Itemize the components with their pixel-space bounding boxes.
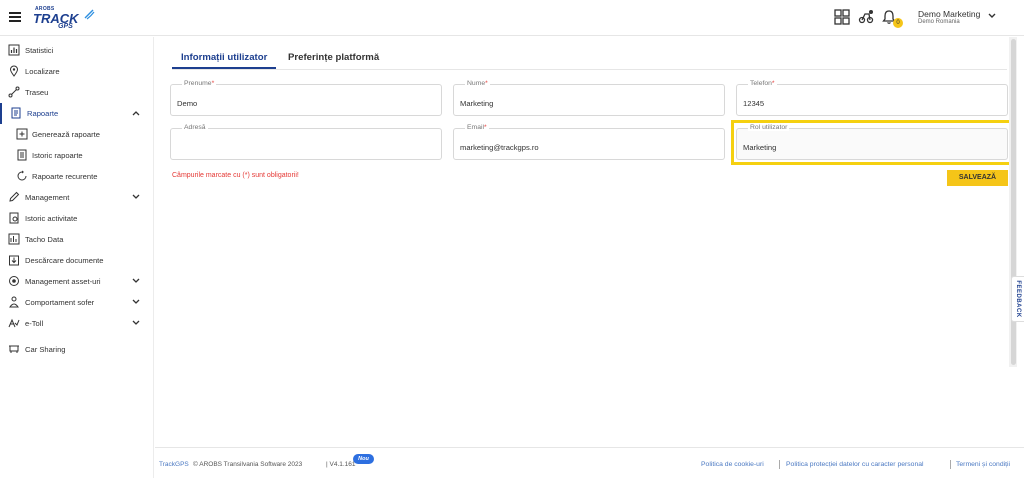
sidebar-item-genereaza-rapoarte[interactable]: Generează rapoarte — [0, 124, 154, 145]
tacho-icon — [8, 233, 20, 245]
main-content: Informații utilizator Preferințe platfor… — [155, 37, 1024, 478]
footer-separator — [950, 460, 951, 469]
chevron-down-icon[interactable] — [132, 278, 140, 284]
user-name[interactable]: Demo Marketing — [918, 9, 980, 19]
sidebar-item-label: Traseu — [25, 88, 49, 97]
rol-utilizator-highlight — [731, 120, 1014, 165]
chevron-down-icon[interactable] — [132, 320, 140, 326]
apps-grid-icon[interactable] — [834, 9, 850, 25]
hamburger-menu-icon[interactable] — [9, 12, 21, 22]
tab-informatii-utilizator[interactable]: Informații utilizator — [181, 52, 267, 63]
required-fields-note: Câmpurile marcate cu (*) sunt obligatori… — [172, 172, 299, 179]
nume-input[interactable] — [460, 99, 720, 108]
sidebar-item-label: Generează rapoarte — [32, 130, 100, 139]
car-sharing-icon — [9, 345, 19, 353]
chevron-down-icon[interactable] — [132, 194, 140, 200]
nume-field[interactable]: Nume* — [453, 80, 725, 116]
telefon-input[interactable] — [743, 99, 1003, 108]
sidebar: Statistici Localizare Traseu Rapoarte Ge… — [0, 37, 154, 478]
signal-icon — [84, 9, 95, 20]
email-label: Email* — [465, 124, 489, 131]
prenume-field[interactable]: Prenume* — [170, 80, 442, 116]
notification-badge: 0 — [893, 18, 903, 28]
sidebar-item-label: Statistici — [25, 46, 54, 55]
footer-version: | V4.1.161 — [326, 461, 356, 468]
new-badge[interactable]: Nou — [353, 454, 374, 464]
sidebar-item-label: Istoric rapoarte — [32, 151, 83, 160]
save-button[interactable]: SALVEAZĂ — [947, 170, 1008, 186]
sidebar-item-statistici[interactable]: Statistici — [0, 40, 154, 61]
vehicle-settings-icon[interactable] — [858, 9, 874, 25]
sidebar-item-label: e-Toll — [25, 319, 44, 328]
sidebar-item-comportament-sofer[interactable]: Comportament sofer — [0, 292, 154, 313]
sidebar-item-management[interactable]: Management — [0, 187, 154, 208]
tab-preferinte-platforma[interactable]: Preferințe platformă — [288, 52, 379, 63]
telefon-label: Telefon* — [748, 80, 777, 87]
sidebar-item-rapoarte-recurente[interactable]: Rapoarte recurente — [0, 166, 154, 187]
sidebar-item-traseu[interactable]: Traseu — [0, 82, 154, 103]
user-company: Demo Romania — [918, 19, 960, 25]
toll-icon — [8, 318, 20, 328]
sidebar-item-istoric-activitate[interactable]: Istoric activitate — [0, 208, 154, 229]
sidebar-item-label: Rapoarte recurente — [32, 172, 98, 181]
sidebar-item-descarcare-documente[interactable]: Descărcare documente — [0, 250, 154, 271]
top-bar: AROBS TRACK GPS 0 Demo Marketing Demo Ro… — [0, 0, 1024, 36]
download-icon — [9, 255, 19, 266]
location-pin-icon — [9, 65, 19, 77]
pencil-icon — [9, 191, 20, 202]
adresa-input[interactable] — [177, 143, 437, 152]
footer: TrackGPS © AROBS Transilvania Software 2… — [155, 447, 1024, 478]
nume-label: Nume* — [465, 80, 490, 87]
sidebar-item-label: Rapoarte — [27, 109, 59, 118]
footer-copyright: © AROBS Transilvania Software 2023 — [193, 461, 303, 468]
route-icon — [8, 86, 20, 98]
adresa-label: Adresă — [182, 124, 208, 131]
sidebar-item-label: Management — [25, 193, 70, 202]
report-icon — [11, 107, 21, 119]
feedback-tab[interactable]: FEEDBACK — [1011, 276, 1024, 322]
sidebar-item-label: Management asset-uri — [25, 277, 101, 286]
sidebar-item-label: Car Sharing — [25, 345, 66, 354]
report-history-icon — [17, 149, 27, 161]
sidebar-item-car-sharing[interactable]: Car Sharing — [0, 339, 154, 360]
driver-icon — [9, 296, 19, 308]
recurring-report-icon — [17, 170, 27, 181]
sidebar-item-tacho-data[interactable]: Tacho Data — [0, 229, 154, 250]
footer-link-terms[interactable]: Termeni și condiții — [956, 461, 1010, 468]
chevron-down-icon[interactable] — [987, 12, 997, 20]
trackgps-logo[interactable]: AROBS TRACK GPS — [33, 6, 97, 32]
email-field[interactable]: Email* — [453, 124, 725, 160]
telefon-field[interactable]: Telefon* — [736, 80, 1008, 116]
feedback-label: FEEDBACK — [1015, 280, 1021, 318]
logo-brand-sub: GPS — [58, 23, 73, 30]
add-report-icon — [16, 128, 28, 140]
adresa-field[interactable]: Adresă — [170, 124, 442, 160]
sidebar-item-localizare[interactable]: Localizare — [0, 61, 154, 82]
sidebar-item-management-asset-uri[interactable]: Management asset-uri — [0, 271, 154, 292]
prenume-input[interactable] — [177, 99, 437, 108]
bar-chart-icon — [8, 44, 20, 56]
sidebar-item-e-toll[interactable]: e-Toll — [0, 313, 154, 334]
prenume-label: Prenume* — [182, 80, 217, 87]
chevron-down-icon[interactable] — [132, 299, 140, 305]
footer-separator — [779, 460, 780, 469]
footer-link-data-protection[interactable]: Politica protecției datelor cu caracter … — [786, 461, 924, 468]
email-input[interactable] — [460, 143, 720, 152]
sidebar-item-label: Istoric activitate — [25, 214, 78, 223]
sidebar-item-label: Comportament sofer — [25, 298, 95, 307]
tab-divider — [172, 69, 1007, 70]
asset-icon — [9, 276, 19, 286]
footer-link-cookies[interactable]: Politica de cookie-uri — [701, 461, 764, 468]
footer-brand-link[interactable]: TrackGPS — [159, 461, 189, 468]
sidebar-item-rapoarte[interactable]: Rapoarte — [0, 103, 154, 124]
sidebar-item-label: Descărcare documente — [25, 256, 104, 265]
sidebar-item-label: Tacho Data — [25, 235, 64, 244]
chevron-up-icon[interactable] — [132, 110, 140, 116]
sidebar-item-label: Localizare — [25, 67, 60, 76]
sidebar-item-istoric-rapoarte[interactable]: Istoric rapoarte — [0, 145, 154, 166]
activity-history-icon — [9, 212, 19, 224]
